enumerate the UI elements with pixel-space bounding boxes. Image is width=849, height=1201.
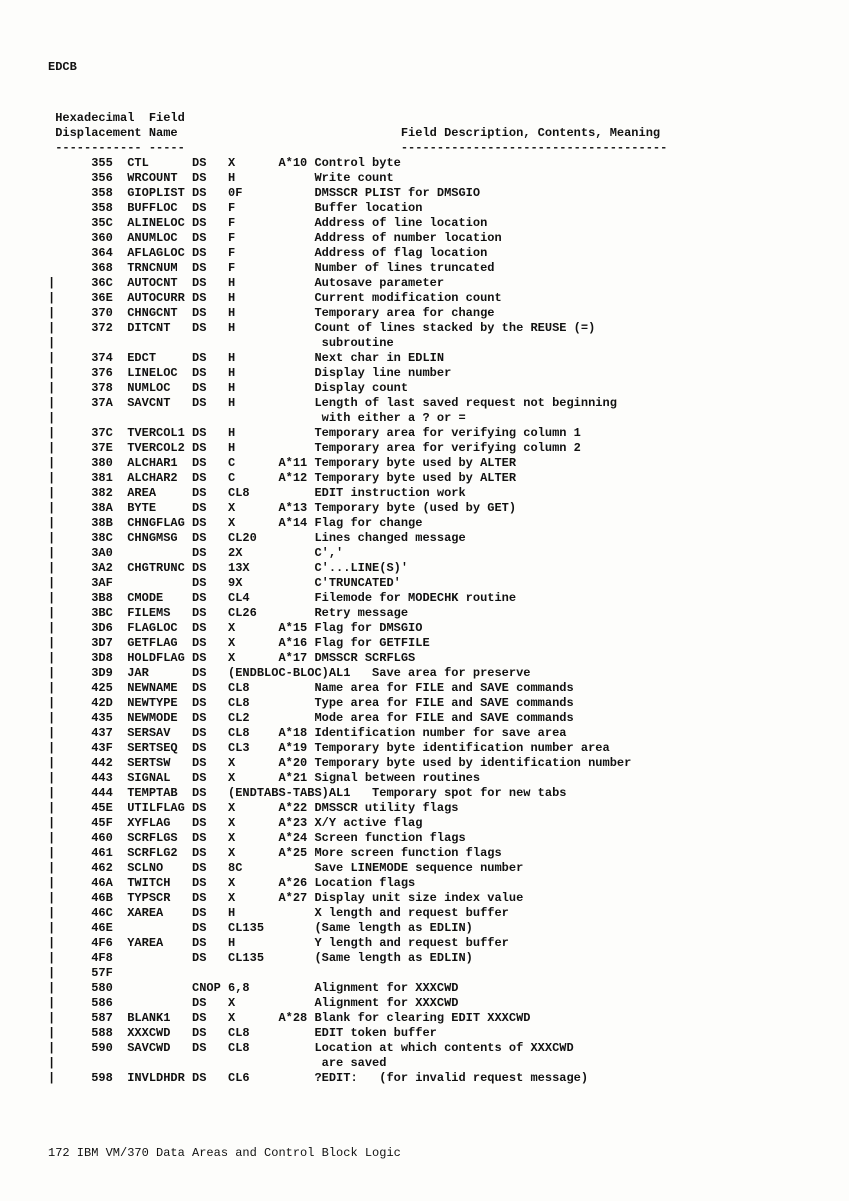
table-row: | 46E DS CL135 (Same length as EDLIN) [48,921,801,936]
table-row: | 3D7 GETFLAG DS X A*16 Flag for GETFILE [48,636,801,651]
header-line-2: Displacement Name Field Description, Con… [48,126,801,141]
table-row: | 443 SIGNAL DS X A*21 Signal between ro… [48,771,801,786]
table-row: | 372 DITCNT DS H Count of lines stacked… [48,321,801,336]
table-row: | 4F8 DS CL135 (Same length as EDLIN) [48,951,801,966]
table-row: | subroutine [48,336,801,351]
table-row: | 38A BYTE DS X A*13 Temporary byte (use… [48,501,801,516]
table-row: | 46A TWITCH DS X A*26 Location flags [48,876,801,891]
table-row: | 37A SAVCNT DS H Length of last saved r… [48,396,801,411]
table-row: | 57F [48,966,801,981]
table-row: 35C ALINELOC DS F Address of line locati… [48,216,801,231]
table-row: | 42D NEWTYPE DS CL8 Type area for FILE … [48,696,801,711]
table-row: | 370 CHNGCNT DS H Temporary area for ch… [48,306,801,321]
table-header: Hexadecimal Field Displacement Name Fiel… [48,111,801,156]
table-row: | 46C XAREA DS H X length and request bu… [48,906,801,921]
table-row: 356 WRCOUNT DS H Write count [48,171,801,186]
table-row: 360 ANUMLOC DS F Address of number locat… [48,231,801,246]
table-row: | 37E TVERCOL2 DS H Temporary area for v… [48,441,801,456]
table-row: | 45F XYFLAG DS X A*23 X/Y active flag [48,816,801,831]
table-row: | are saved [48,1056,801,1071]
table-row: | 442 SERTSW DS X A*20 Temporary byte us… [48,756,801,771]
table-row: | 374 EDCT DS H Next char in EDLIN [48,351,801,366]
table-row: | 382 AREA DS CL8 EDIT instruction work [48,486,801,501]
table-row: | 590 SAVCWD DS CL8 Location at which co… [48,1041,801,1056]
table-row: | 3A0 DS 2X C',' [48,546,801,561]
table-row: | 460 SCRFLGS DS X A*24 Screen function … [48,831,801,846]
table-row: | 3A2 CHGTRUNC DS 13X C'...LINE(S)' [48,561,801,576]
table-row: | 444 TEMPTAB DS (ENDTABS-TABS)AL1 Tempo… [48,786,801,801]
table-row: 358 GIOPLIST DS 0F DMSSCR PLIST for DMSG… [48,186,801,201]
table-row: | 36C AUTOCNT DS H Autosave parameter [48,276,801,291]
table-row: 358 BUFFLOC DS F Buffer location [48,201,801,216]
table-row: | 3D6 FLAGLOC DS X A*15 Flag for DMSGIO [48,621,801,636]
table-row: | 461 SCRFLG2 DS X A*25 More screen func… [48,846,801,861]
table-row: | 38C CHNGMSG DS CL20 Lines changed mess… [48,531,801,546]
table-row: | 45E UTILFLAG DS X A*22 DMSSCR utility … [48,801,801,816]
table-row: | 580 CNOP 6,8 Alignment for XXXCWD [48,981,801,996]
table-row: 355 CTL DS X A*10 Control byte [48,156,801,171]
header-divider: ------------ ----- ---------------------… [48,141,801,156]
table-row: | 3B8 CMODE DS CL4 Filemode for MODECHK … [48,591,801,606]
section-label: EDCB [48,60,801,75]
table-row: | 3D8 HOLDFLAG DS X A*17 DMSSCR SCRFLGS [48,651,801,666]
table-row: | 380 ALCHAR1 DS C A*11 Temporary byte u… [48,456,801,471]
table-row: | 435 NEWMODE DS CL2 Mode area for FILE … [48,711,801,726]
table-row: | 425 NEWNAME DS CL8 Name area for FILE … [48,681,801,696]
table-row: | 46B TYPSCR DS X A*27 Display unit size… [48,891,801,906]
table-row: 364 AFLAGLOC DS F Address of flag locati… [48,246,801,261]
table-row: | 588 XXXCWD DS CL8 EDIT token buffer [48,1026,801,1041]
table-row: | 3D9 JAR DS (ENDBLOC-BLOC)AL1 Save area… [48,666,801,681]
table-row: | 598 INVLDHDR DS CL6 ?EDIT: (for invali… [48,1071,801,1086]
table-row: | 38B CHNGFLAG DS X A*14 Flag for change [48,516,801,531]
table-body: 355 CTL DS X A*10 Control byte 356 WRCOU… [48,156,801,1086]
table-row: | 3BC FILEMS DS CL26 Retry message [48,606,801,621]
table-row: | 437 SERSAV DS CL8 A*18 Identification … [48,726,801,741]
header-line-1: Hexadecimal Field [48,111,801,126]
table-row: | 587 BLANK1 DS X A*28 Blank for clearin… [48,1011,801,1026]
table-row: | 462 SCLNO DS 8C Save LINEMODE sequence… [48,861,801,876]
table-row: | 376 LINELOC DS H Display line number [48,366,801,381]
table-row: | 37C TVERCOL1 DS H Temporary area for v… [48,426,801,441]
page-footer: 172 IBM VM/370 Data Areas and Control Bl… [48,1146,801,1161]
table-row: 368 TRNCNUM DS F Number of lines truncat… [48,261,801,276]
table-row: | 381 ALCHAR2 DS C A*12 Temporary byte u… [48,471,801,486]
table-row: | 378 NUMLOC DS H Display count [48,381,801,396]
table-row: | with either a ? or = [48,411,801,426]
table-row: | 43F SERTSEQ DS CL3 A*19 Temporary byte… [48,741,801,756]
table-row: | 3AF DS 9X C'TRUNCATED' [48,576,801,591]
table-row: | 586 DS X Alignment for XXXCWD [48,996,801,1011]
table-row: | 4F6 YAREA DS H Y length and request bu… [48,936,801,951]
table-row: | 36E AUTOCURR DS H Current modification… [48,291,801,306]
